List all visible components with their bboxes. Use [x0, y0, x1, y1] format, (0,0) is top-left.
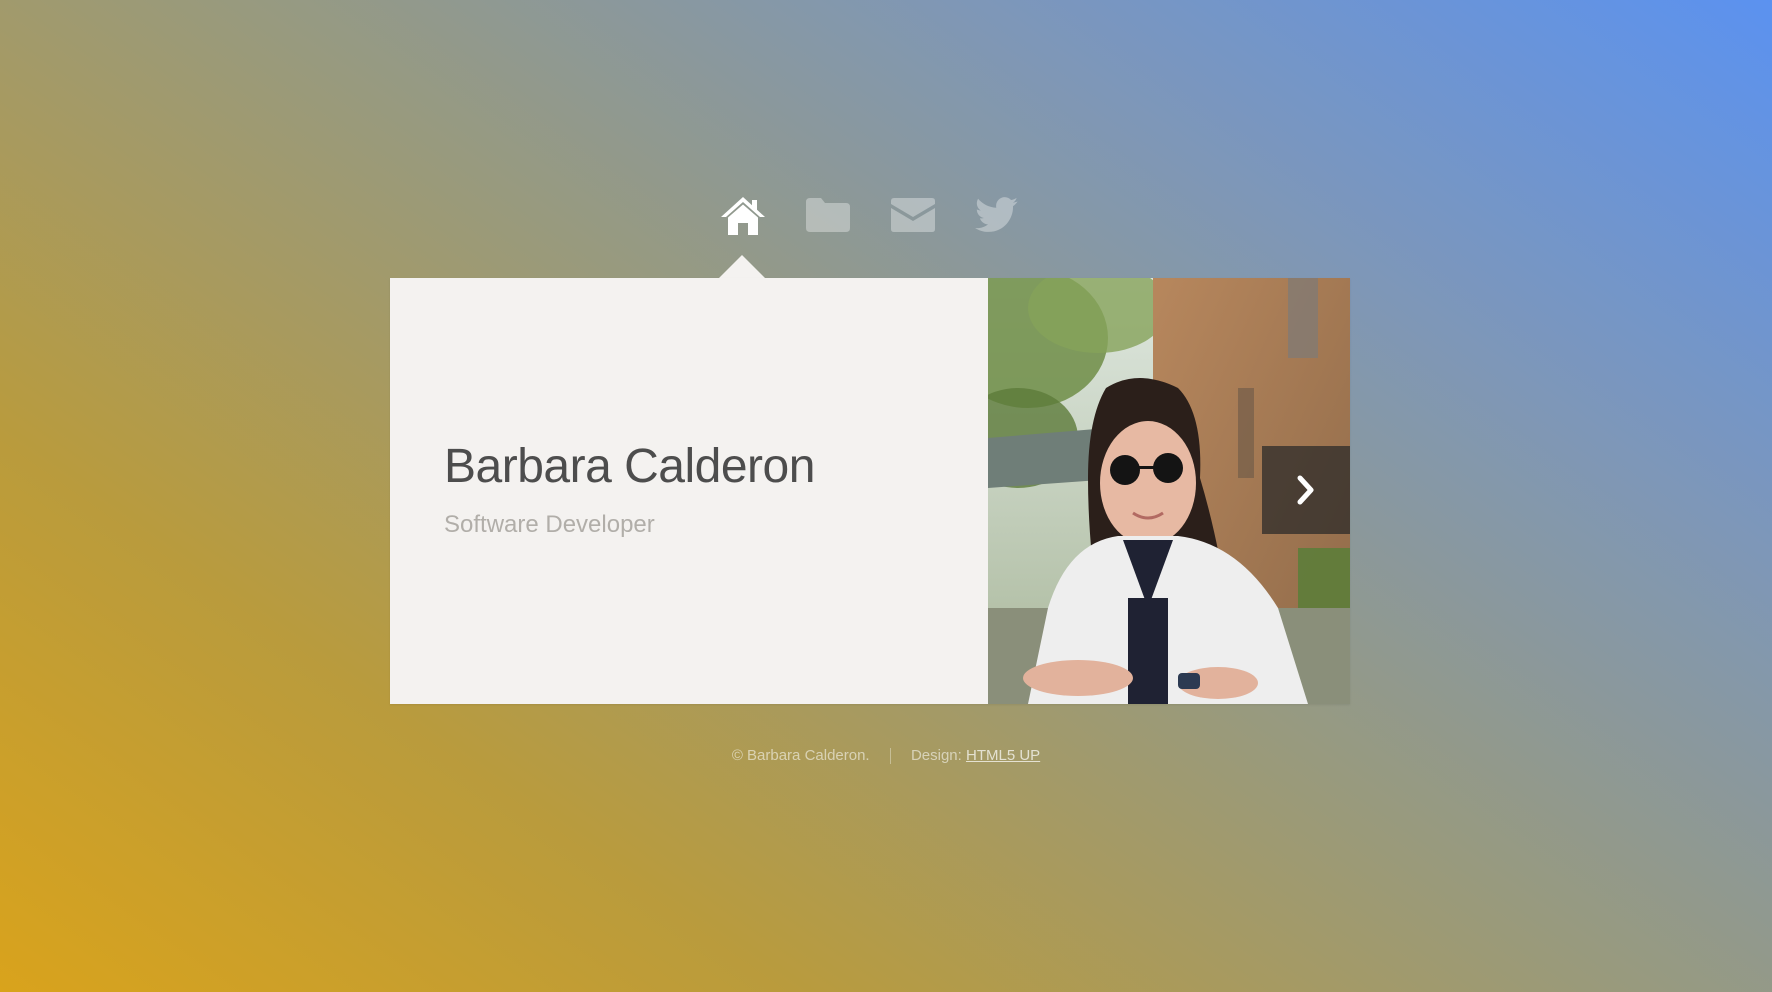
footer-design-link[interactable]: HTML5 UP — [966, 747, 1040, 764]
next-button[interactable] — [1262, 446, 1350, 534]
panel-pointer — [718, 255, 766, 279]
subtitle: Software Developer — [444, 511, 655, 538]
chevron-right-icon — [1295, 475, 1317, 505]
nav-twitter[interactable] — [967, 185, 1027, 245]
folder-icon — [806, 198, 850, 232]
profile-photo — [988, 278, 1350, 704]
footer-copyright: © Barbara Calderon. — [731, 747, 870, 765]
twitter-icon — [975, 197, 1019, 233]
footer-design-label: Design: — [910, 747, 962, 765]
footer-divider — [889, 748, 891, 765]
home-icon — [719, 195, 767, 235]
footer: © Barbara Calderon. Design: HTML5 UP — [0, 745, 1772, 767]
main-nav — [0, 185, 1772, 245]
page-title: Barbara Calderon — [444, 440, 815, 493]
envelope-icon — [891, 198, 935, 232]
nav-contact[interactable] — [883, 185, 943, 245]
intro-panel: Barbara Calderon Software Developer — [390, 278, 1350, 704]
nav-work[interactable] — [798, 185, 858, 245]
intro-section: Barbara Calderon Software Developer — [444, 278, 964, 704]
nav-home[interactable] — [713, 185, 773, 245]
